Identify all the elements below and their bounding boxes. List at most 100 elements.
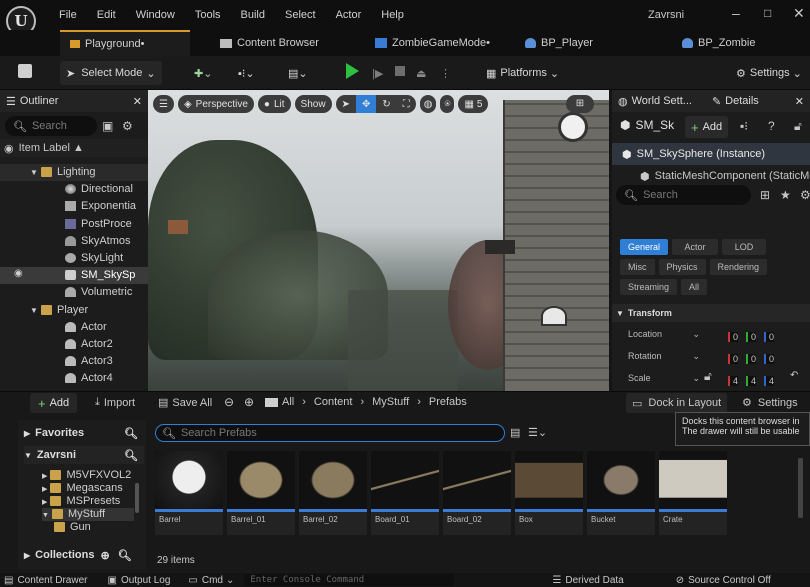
content-add-button[interactable]: + Add bbox=[30, 393, 78, 413]
surface-snap-icon[interactable]: ⍟ bbox=[440, 95, 455, 113]
translate-tool-button[interactable]: ✥ bbox=[355, 95, 377, 113]
menu-window[interactable]: Window bbox=[136, 9, 175, 21]
filter-all[interactable]: All bbox=[681, 279, 708, 295]
search-icon[interactable]: 🔍︎ bbox=[124, 427, 138, 440]
outliner-filter-icon[interactable]: ▣ bbox=[102, 119, 113, 133]
asset-tile-box[interactable]: Box bbox=[515, 451, 583, 535]
maximize-viewport-icon[interactable]: ⊞ bbox=[566, 95, 594, 113]
filter-physics[interactable]: Physics bbox=[658, 259, 706, 275]
rotation-x-field[interactable]: 0 bbox=[728, 354, 739, 364]
location-dropdown[interactable]: Location ⌄ bbox=[628, 326, 700, 342]
save-search-icon[interactable]: ▤ bbox=[510, 426, 520, 439]
cinematics-button[interactable]: ▤⌄ bbox=[282, 61, 314, 85]
step-icon[interactable]: |▶ bbox=[366, 61, 389, 85]
lock-ratio-icon[interactable]: 🔓︎ bbox=[704, 369, 712, 384]
scale-z-field[interactable]: 4 bbox=[764, 376, 775, 386]
close-button[interactable]: ✕ bbox=[793, 5, 805, 22]
add-component-button[interactable]: + Add bbox=[685, 116, 729, 138]
folder-mystuff[interactable]: ▼ MyStuff bbox=[42, 508, 134, 521]
reset-icon[interactable]: ↶ bbox=[790, 370, 798, 381]
table-view-icon[interactable]: ⊞ bbox=[760, 188, 770, 202]
grid-snap-button[interactable]: ▦ 5 bbox=[458, 95, 489, 113]
scale-dropdown[interactable]: Scale ⌄ bbox=[628, 370, 700, 386]
asset-tile-bucket[interactable]: Bucket bbox=[587, 451, 655, 535]
folder-gun[interactable]: Gun bbox=[42, 521, 134, 534]
show-button[interactable]: Show bbox=[294, 95, 332, 113]
help-icon[interactable]: ? bbox=[768, 119, 775, 133]
collections-header[interactable]: ▶ Collections ⊕ 🔍︎ bbox=[24, 546, 144, 564]
maximize-button[interactable]: □ bbox=[764, 6, 771, 20]
location-x-field[interactable]: 0 bbox=[728, 332, 739, 342]
scale-x-field[interactable]: 4 bbox=[728, 376, 739, 386]
console-input[interactable]: Enter Console Command bbox=[244, 574, 455, 586]
folder-m5vfxvol2[interactable]: ▶ M5VFXVOL2 bbox=[42, 469, 134, 482]
asset-scrollbar[interactable] bbox=[798, 458, 803, 518]
history-back-icon[interactable]: ⊖ bbox=[224, 395, 234, 409]
tree-item-postprocess[interactable]: PostProce bbox=[0, 216, 148, 233]
tree-item-volumetric[interactable]: Volumetric bbox=[0, 284, 148, 301]
rotate-tool-button[interactable]: ↻ bbox=[376, 95, 397, 113]
add-actor-button[interactable]: ✚⌄ bbox=[188, 61, 218, 85]
tree-item-actor2[interactable]: Actor2 bbox=[0, 336, 148, 353]
world-space-icon[interactable]: ◍ bbox=[419, 95, 437, 113]
menu-actor[interactable]: Actor bbox=[336, 9, 362, 21]
blueprint-menu-button[interactable]: ▪⁝⌄ bbox=[232, 61, 261, 85]
visibility-icon[interactable]: ◉ bbox=[14, 268, 23, 279]
viewport-menu-button[interactable]: ☰ bbox=[153, 95, 174, 113]
output-log-button[interactable]: Output Log bbox=[121, 575, 170, 586]
platforms-dropdown[interactable]: ▦ Platforms ⌄ bbox=[480, 61, 565, 85]
content-drawer-button[interactable]: Content Drawer bbox=[17, 575, 87, 586]
level-viewport[interactable] bbox=[148, 90, 609, 391]
tree-item-player[interactable]: ▼ Player bbox=[0, 302, 148, 319]
asset-tile-crate[interactable]: Crate bbox=[659, 451, 727, 535]
add-collection-icon[interactable]: ⊕ bbox=[100, 549, 109, 562]
component-instance-row[interactable]: ⬢ SM_SkySphere (Instance) bbox=[612, 143, 810, 165]
lit-button[interactable]: ● Lit bbox=[257, 95, 291, 113]
asset-tile-barrel[interactable]: Barrel bbox=[155, 451, 223, 535]
visibility-icon[interactable]: ◉ bbox=[4, 142, 14, 155]
tab-details[interactable]: Details bbox=[725, 95, 759, 107]
stop-icon[interactable] bbox=[395, 66, 405, 76]
menu-build[interactable]: Build bbox=[241, 9, 265, 21]
tab-bp-zombie[interactable]: BP_Zombie bbox=[672, 30, 765, 56]
asset-tile-board-01[interactable]: Board_01 bbox=[371, 451, 439, 535]
folder-megascans[interactable]: ▶ Megascans bbox=[42, 482, 134, 495]
tree-item-directional[interactable]: Directional bbox=[0, 181, 148, 198]
sources-scrollbar[interactable] bbox=[135, 483, 139, 513]
transform-section-header[interactable]: ▼ Transform bbox=[612, 304, 810, 322]
breadcrumb-prefabs[interactable]: Prefabs bbox=[429, 396, 467, 408]
search-icon[interactable]: 🔍︎ bbox=[124, 449, 138, 462]
rotation-z-field[interactable]: 0 bbox=[764, 354, 775, 364]
filter-actor[interactable]: Actor bbox=[672, 239, 719, 255]
filter-lod[interactable]: LOD bbox=[722, 239, 767, 255]
location-y-field[interactable]: 0 bbox=[746, 332, 757, 342]
tree-item-exponential-fog[interactable]: Exponentia bbox=[0, 198, 148, 215]
eject-icon[interactable]: ⏏ bbox=[410, 61, 432, 85]
outliner-search-input[interactable]: 🔍︎ Search bbox=[5, 116, 97, 136]
menu-select[interactable]: Select bbox=[285, 9, 316, 21]
filter-rendering[interactable]: Rendering bbox=[709, 259, 768, 275]
asset-tile-barrel-02[interactable]: Barrel_02 bbox=[299, 451, 367, 535]
scale-y-field[interactable]: 4 bbox=[746, 376, 757, 386]
tab-zombie-game-mode[interactable]: ZombieGameMode• bbox=[365, 30, 500, 56]
tree-item-lighting[interactable]: ▼ Lighting bbox=[0, 164, 148, 182]
filter-misc[interactable]: Misc bbox=[620, 259, 655, 275]
tab-content-browser[interactable]: Content Browser bbox=[210, 30, 329, 56]
favorites-header[interactable]: ▶ Favorites 🔍︎ bbox=[24, 424, 144, 442]
gear-icon[interactable]: ⚙ bbox=[122, 119, 133, 133]
filter-general[interactable]: General bbox=[620, 239, 669, 255]
star-icon[interactable]: ★ bbox=[780, 188, 791, 202]
filter-icon[interactable]: ☰⌄ bbox=[528, 426, 547, 439]
lock-icon[interactable]: 🔓︎ bbox=[794, 119, 802, 134]
minimize-button[interactable]: – bbox=[732, 5, 740, 21]
history-forward-icon[interactable]: ⊕ bbox=[244, 395, 254, 409]
content-settings-button[interactable]: ⚙ Settings bbox=[742, 396, 798, 410]
tab-playground[interactable]: Playground• bbox=[60, 30, 190, 56]
search-icon[interactable]: 🔍︎ bbox=[118, 549, 132, 562]
settings-dropdown[interactable]: ⚙ Settings ⌄ bbox=[730, 61, 808, 85]
select-mode-dropdown[interactable]: ➤ Select Mode ⌄ bbox=[60, 61, 162, 85]
play-options-icon[interactable]: ⋮ bbox=[434, 61, 457, 85]
menu-file[interactable]: File bbox=[59, 9, 77, 21]
rotation-dropdown[interactable]: Rotation ⌄ bbox=[628, 348, 700, 364]
select-tool-button[interactable]: ➤ bbox=[335, 95, 356, 113]
